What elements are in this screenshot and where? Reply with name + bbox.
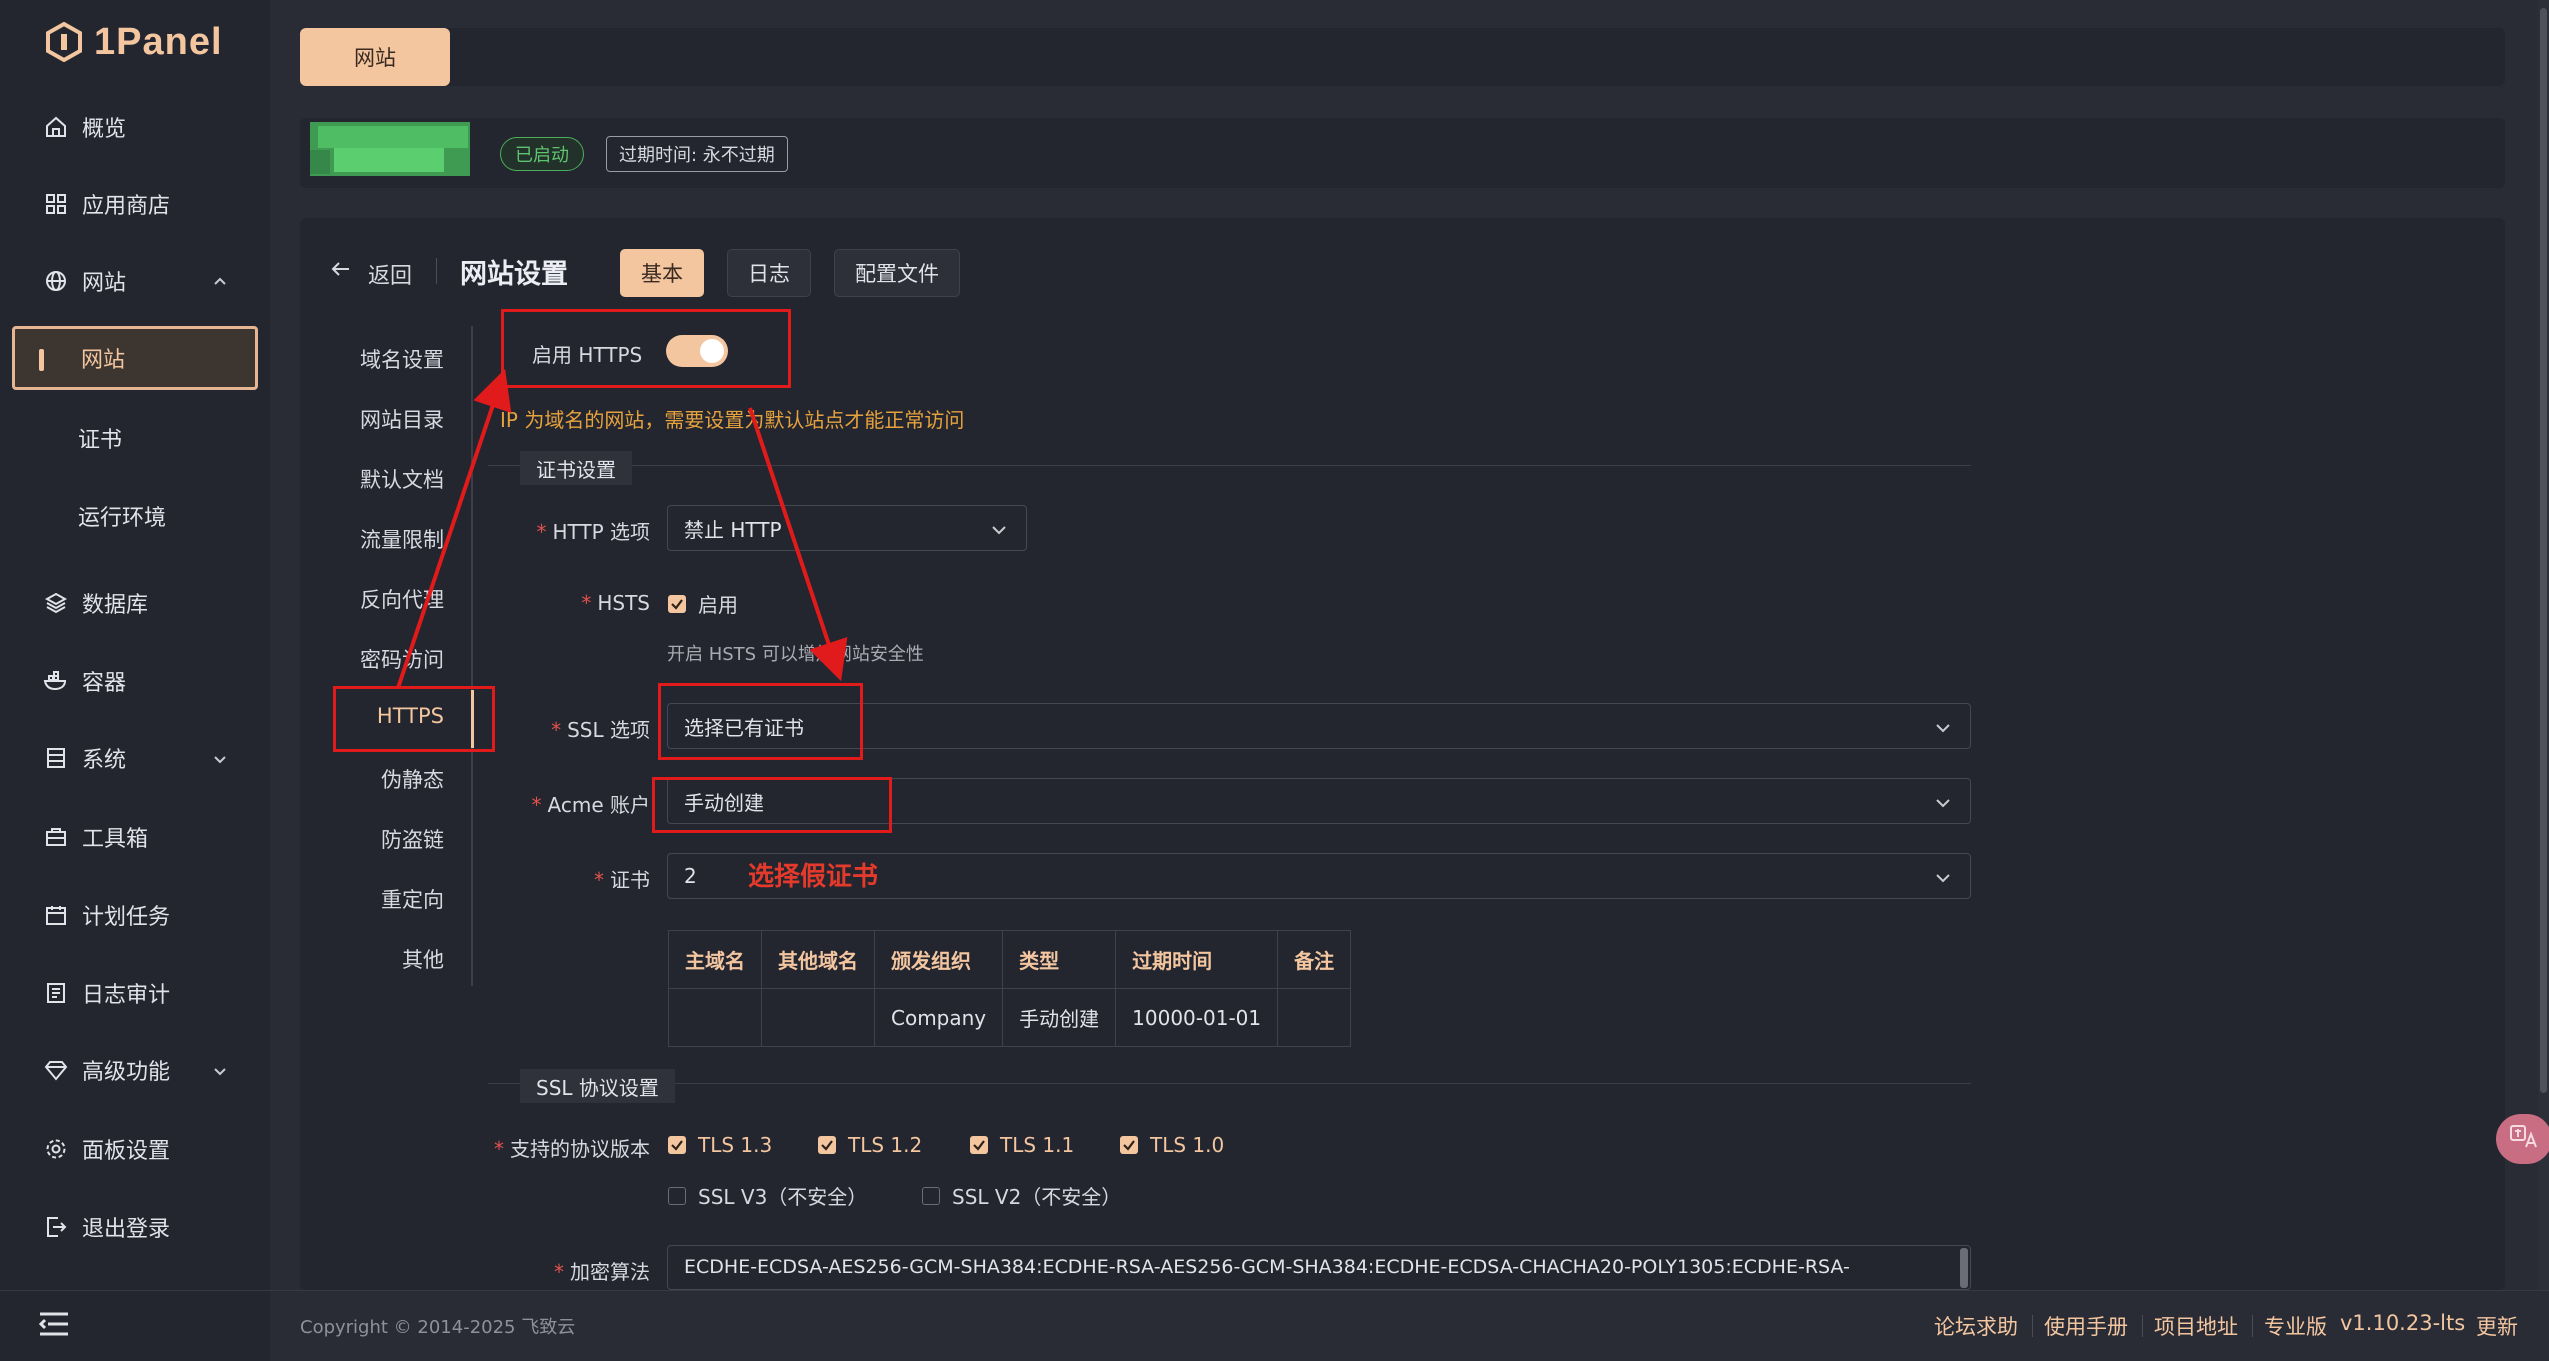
footer-link-forum[interactable]: 论坛求助 — [1934, 1311, 2018, 1341]
footer-separator — [2142, 1315, 2143, 1337]
translate-icon — [2509, 1123, 2539, 1155]
annotation-label: 选择假证书 — [748, 862, 879, 892]
footer: Copyright © 2014-2025 飞致云 论坛求助 使用手册 项目地址… — [270, 1290, 2549, 1361]
update-link[interactable]: 更新 — [2476, 1311, 2518, 1341]
version-label: v1.10.23-lts — [2340, 1311, 2466, 1335]
footer-separator — [2252, 1315, 2253, 1337]
footer-link-manual[interactable]: 使用手册 — [2044, 1311, 2128, 1341]
copyright: Copyright © 2014-2025 飞致云 — [300, 1317, 576, 1338]
footer-link-project[interactable]: 项目地址 — [2154, 1311, 2238, 1341]
annotation-arrows — [396, 368, 848, 689]
page-scrollbar-thumb[interactable] — [2540, 8, 2547, 1093]
footer-link-pro[interactable]: 专业版 — [2264, 1311, 2327, 1341]
footer-separator — [2032, 1315, 2033, 1337]
translate-button[interactable] — [2496, 1114, 2549, 1164]
